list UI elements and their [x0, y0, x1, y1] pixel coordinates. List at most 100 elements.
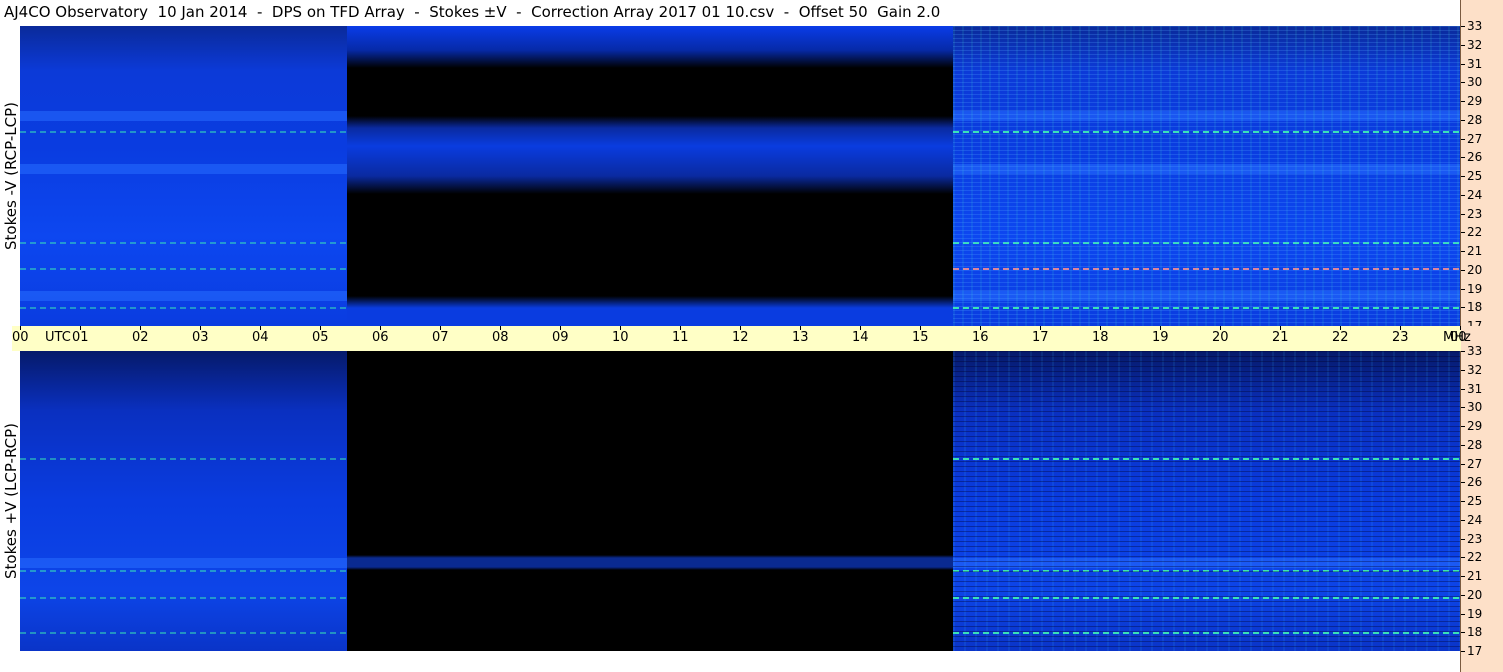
- late-day-noise: [953, 26, 1460, 326]
- frequency-tick: [1461, 407, 1465, 409]
- frequency-tick-label: 25: [1467, 494, 1483, 508]
- frequency-tick: [1461, 557, 1465, 559]
- frequency-tick: [1461, 26, 1465, 27]
- panel-bottom-label: Stokes +V (LCP-RCP): [2, 423, 20, 579]
- frequency-tick: [1461, 426, 1465, 427]
- interference-line: [20, 241, 347, 244]
- frequency-tick: [1461, 251, 1465, 252]
- frequency-tick: [1461, 576, 1465, 577]
- spectrogram-top: [20, 26, 1460, 326]
- frequency-tick: [1461, 651, 1465, 652]
- time-tick-label: 04: [252, 330, 269, 345]
- spectrogram-bottom: [20, 351, 1460, 651]
- frequency-tick: [1461, 613, 1465, 615]
- frequency-tick-label: 31: [1467, 56, 1483, 71]
- time-tick-label: 23: [1392, 330, 1409, 345]
- frequency-tick-label: 24: [1467, 512, 1483, 527]
- frequency-tick: [1461, 101, 1465, 102]
- frequency-tick: [1461, 594, 1465, 596]
- frequency-tick: [1461, 307, 1465, 309]
- time-tick-label: 12: [732, 330, 749, 345]
- interference-line: [20, 131, 347, 133]
- frequency-tick-label: 21: [1467, 569, 1483, 583]
- frequency-tick: [1461, 44, 1465, 46]
- time-tick-label: 15: [912, 330, 929, 345]
- frequency-tick-label: 27: [1467, 131, 1483, 146]
- frequency-tick-label: 19: [1467, 606, 1483, 621]
- time-tick-label: 09: [552, 330, 569, 345]
- time-tick-label: 17: [1032, 330, 1049, 345]
- frequency-tick-label: 22: [1467, 225, 1483, 240]
- frequency-tick-label: 32: [1467, 362, 1483, 377]
- frequency-tick-label: 17: [1467, 644, 1483, 658]
- frequency-tick-label: 23: [1467, 531, 1483, 546]
- time-tick-label: 13: [792, 330, 809, 345]
- frequency-tick: [1461, 351, 1465, 352]
- frequency-tick: [1461, 388, 1465, 390]
- time-tick-label: 20: [1212, 330, 1229, 345]
- time-tick-label: 07: [432, 330, 449, 345]
- frequency-tick-label: 29: [1467, 419, 1483, 433]
- frequency-tick-label: 29: [1467, 94, 1483, 108]
- frequency-tick: [1461, 232, 1465, 234]
- frequency-tick-label: 26: [1467, 475, 1483, 490]
- chart-title: AJ4CO Observatory 10 Jan 2014 - DPS on T…: [4, 3, 941, 21]
- frequency-tick: [1461, 269, 1465, 271]
- frequency-tick-label: 19: [1467, 281, 1483, 296]
- frequency-tick-label: 18: [1467, 625, 1483, 640]
- frequency-tick: [1461, 519, 1465, 521]
- frequency-tick: [1461, 63, 1465, 65]
- frequency-tick: [1461, 194, 1465, 196]
- frequency-tick-label: 21: [1467, 244, 1483, 258]
- frequency-tick: [1461, 482, 1465, 484]
- frequency-tick-label: 20: [1467, 587, 1483, 602]
- no-data-region: [347, 26, 953, 326]
- frequency-tick: [1461, 501, 1465, 502]
- time-tick-label: 01: [72, 330, 89, 345]
- late-day-noise: [953, 351, 1460, 651]
- frequency-tick-label: 30: [1467, 75, 1483, 90]
- frequency-tick-label: 28: [1467, 112, 1483, 127]
- frequency-tick-label: 27: [1467, 456, 1483, 471]
- time-tick-label: 06: [372, 330, 389, 345]
- frequency-tick: [1461, 463, 1465, 465]
- frequency-axis-bottom: 33 32 31 30 29 28 27 26 25 24 23 22 21 20 19 18 17: [1461, 326, 1503, 672]
- frequency-tick: [1461, 288, 1465, 290]
- frequency-tick-label: 32: [1467, 37, 1483, 52]
- time-axis-unit: UTC: [45, 330, 71, 345]
- time-tick-label: 11: [672, 330, 689, 345]
- frequency-tick-label: 20: [1467, 262, 1483, 277]
- frequency-tick-label: 30: [1467, 400, 1483, 415]
- frequency-tick: [1461, 119, 1465, 121]
- frequency-tick-label: 33: [1467, 344, 1483, 358]
- time-tick-label: 18: [1092, 330, 1109, 345]
- frequency-tick: [1461, 176, 1465, 177]
- frequency-tick-label: 24: [1467, 187, 1483, 202]
- panel-bottom-ylabel: Stokes +V (LCP-RCP): [0, 351, 22, 651]
- frequency-tick: [1461, 538, 1465, 540]
- time-tick-label: 00: [12, 330, 29, 345]
- frequency-tick: [1461, 138, 1465, 140]
- frequency-tick: [1461, 213, 1465, 215]
- interference-line: [20, 267, 347, 270]
- interference-line: [20, 596, 347, 599]
- frequency-tick-label: 18: [1467, 300, 1483, 315]
- frequency-tick: [1461, 632, 1465, 634]
- frequency-axis-unit: MHz: [1443, 330, 1471, 345]
- time-tick-label: 03: [192, 330, 209, 345]
- time-tick-label: 10: [612, 330, 629, 345]
- frequency-tick-label: 33: [1467, 19, 1483, 33]
- frequency-tick-label: 23: [1467, 206, 1483, 221]
- frequency-tick: [1461, 444, 1465, 446]
- frequency-tick-label: 28: [1467, 437, 1483, 452]
- frequency-tick-label: 22: [1467, 550, 1483, 565]
- time-tick-label: 22: [1332, 330, 1349, 345]
- time-tick-label: 16: [972, 330, 989, 345]
- panel-top-ylabel: Stokes -V (RCP-LCP): [0, 26, 22, 326]
- panel-top-label: Stokes -V (RCP-LCP): [2, 102, 20, 250]
- time-tick-label: 05: [312, 330, 329, 345]
- frequency-tick: [1461, 369, 1465, 371]
- time-tick-label: 19: [1152, 330, 1169, 345]
- time-tick-label: 14: [852, 330, 869, 345]
- frequency-tick: [1461, 157, 1465, 159]
